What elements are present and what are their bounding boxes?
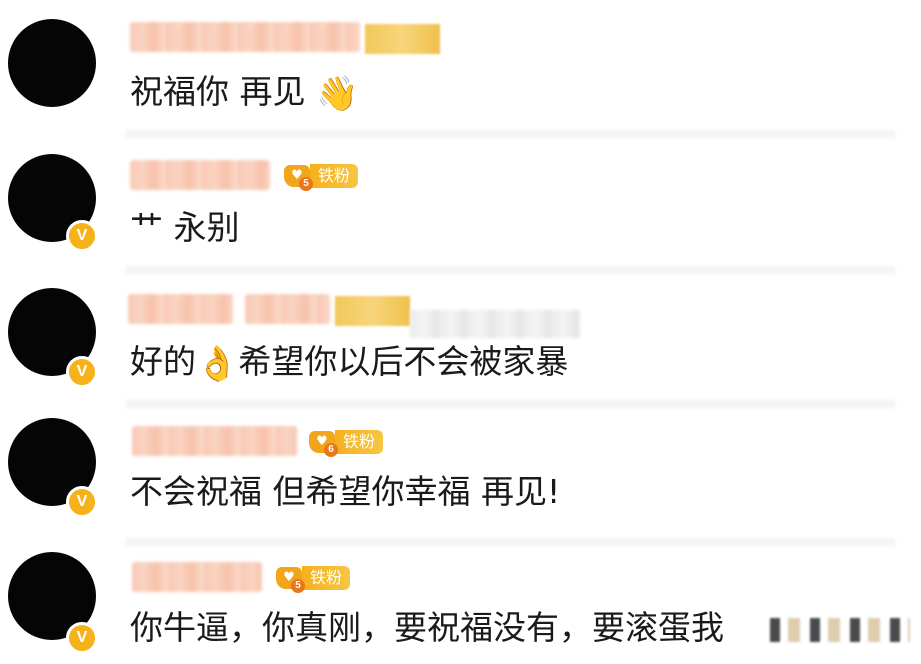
fan-badge[interactable]: ♥ 5 铁粉 (280, 161, 359, 191)
avatar[interactable] (8, 19, 96, 107)
username-blurred[interactable] (130, 22, 360, 52)
comment-item[interactable]: V 好的👌希望你以后不会被家暴 (0, 276, 921, 406)
divider (126, 266, 895, 274)
comment-text: 不会祝福 但希望你幸福 再见! (130, 472, 561, 511)
comment-item[interactable]: V ♥ 6 铁粉 不会祝福 但希望你幸福 再见! (0, 410, 921, 545)
fan-level: 5 (299, 177, 313, 191)
username-blurred[interactable] (132, 426, 297, 456)
badge-blurred (335, 296, 410, 326)
divider (126, 538, 895, 546)
blurred-region (770, 618, 910, 642)
comment-thread: { "comments": [ { "text": "祝福你 再见", "emo… (0, 0, 921, 664)
fan-badge-label: 铁粉 (310, 164, 359, 188)
fan-badge-label: 铁粉 (302, 566, 351, 590)
verified-badge-icon: V (66, 486, 98, 518)
fan-level: 6 (324, 443, 338, 457)
username-blurred (245, 294, 330, 324)
comment-item[interactable]: V ♥ 5 铁粉 艹 永别 (0, 140, 921, 270)
waving-hand-icon: 👋 (316, 73, 359, 114)
comment-text: 艹 永别 (130, 208, 240, 247)
crown-icon: ♥ 6 (305, 428, 339, 457)
verified-badge-icon: V (66, 622, 98, 654)
fan-badge[interactable]: ♥ 6 铁粉 (305, 427, 384, 457)
badge-blurred (365, 24, 440, 54)
divider (126, 400, 895, 408)
divider (126, 130, 895, 138)
verified-badge-icon: V (66, 220, 98, 252)
crown-icon: ♥ 5 (272, 564, 306, 593)
comment-text: 你牛逼，你真刚，要祝福没有，要滚蛋我 (130, 608, 724, 647)
username-blurred[interactable] (128, 294, 233, 324)
username-blurred[interactable] (132, 562, 262, 592)
comment-text: 好的👌希望你以后不会被家暴 (130, 342, 569, 384)
fan-badge[interactable]: ♥ 5 铁粉 (272, 563, 351, 593)
blurred-region (410, 310, 580, 338)
verified-badge-icon: V (66, 356, 98, 388)
comment-item[interactable]: V ♥ 5 铁粉 你牛逼，你真刚，要祝福没有，要滚蛋我 (0, 548, 921, 664)
crown-icon: ♥ 5 (280, 162, 314, 191)
comment-item[interactable]: 祝福你 再见 👋 (0, 0, 921, 130)
fan-level: 5 (291, 579, 305, 593)
comment-text: 祝福你 再见 👋 (130, 72, 359, 114)
ok-hand-icon: 👌 (196, 343, 239, 384)
username-blurred[interactable] (130, 160, 270, 190)
fan-badge-label: 铁粉 (335, 430, 384, 454)
